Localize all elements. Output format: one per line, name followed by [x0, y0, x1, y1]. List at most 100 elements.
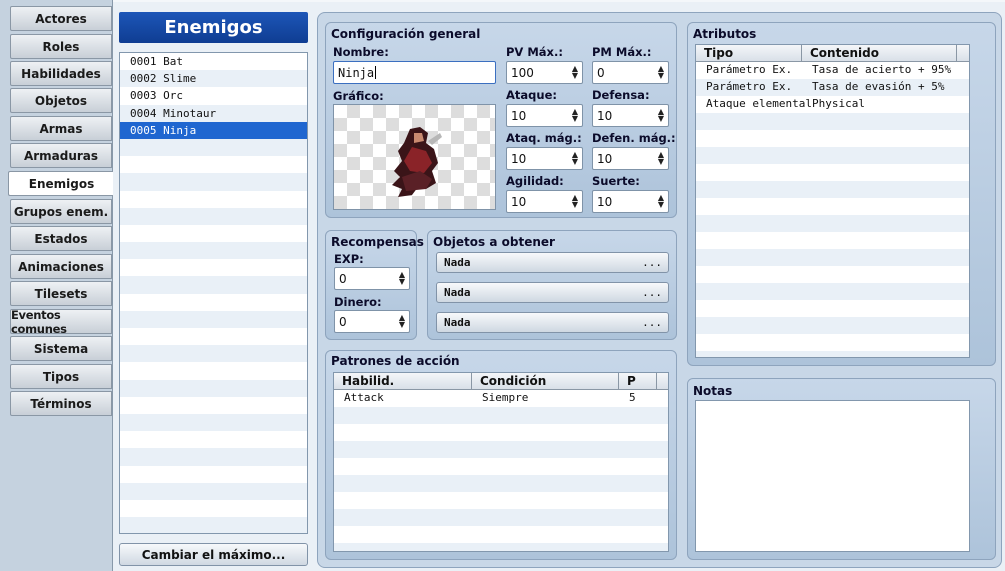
enemy-graphic[interactable]: [333, 104, 496, 210]
enemy-list-item[interactable]: 0002 Slime: [120, 70, 307, 88]
table-row[interactable]: [334, 543, 668, 551]
enemy-list-empty-row[interactable]: [120, 328, 307, 345]
tab-enemigos[interactable]: Enemigos: [8, 171, 114, 196]
table-row[interactable]: [334, 424, 668, 441]
drop-item-button[interactable]: Nada...: [436, 252, 669, 273]
enemy-list-empty-row[interactable]: [120, 276, 307, 294]
tab-animaciones[interactable]: Animaciones: [10, 254, 112, 279]
table-row[interactable]: [696, 113, 969, 130]
tab-eventos-comunes[interactable]: Eventos comunes: [10, 308, 112, 336]
tab-habilidades[interactable]: Habilidades: [10, 61, 112, 86]
enemy-list-empty-row[interactable]: [120, 362, 307, 379]
enemy-list-item[interactable]: 0003 Orc: [120, 87, 307, 104]
table-row[interactable]: [334, 407, 668, 424]
table-row[interactable]: [334, 441, 668, 458]
column-header[interactable]: Contenido: [802, 45, 957, 62]
tab-tilesets[interactable]: Tilesets: [10, 281, 112, 306]
enemy-list-empty-row[interactable]: [120, 500, 307, 517]
tab-actores[interactable]: Actores: [10, 6, 112, 31]
table-row[interactable]: [334, 492, 668, 509]
spin-arrows-icon[interactable]: ▲ ▼: [657, 151, 665, 166]
stat-input[interactable]: 10 ▲ ▼: [506, 104, 583, 127]
column-header[interactable]: Condición: [472, 373, 619, 390]
enemy-list-empty-row[interactable]: [120, 156, 307, 173]
enemy-list-empty-row[interactable]: [120, 397, 307, 414]
table-row[interactable]: [696, 164, 969, 181]
enemy-list-empty-row[interactable]: [120, 379, 307, 397]
enemy-list-item[interactable]: 0004 Minotaur: [120, 104, 307, 122]
enemy-list-empty-row[interactable]: [120, 482, 307, 500]
spin-arrows-icon[interactable]: ▲ ▼: [571, 194, 579, 209]
notes-textarea[interactable]: [695, 400, 970, 552]
drop-item-button[interactable]: Nada...: [436, 282, 669, 303]
table-row[interactable]: [696, 198, 969, 215]
tab-términos[interactable]: Términos: [10, 391, 112, 416]
enemy-list-empty-row[interactable]: [120, 413, 307, 432]
table-row[interactable]: [696, 266, 969, 283]
enemy-list-empty-row[interactable]: [120, 345, 307, 363]
stat-input[interactable]: 0 ▲ ▼: [592, 61, 669, 84]
table-row[interactable]: [696, 317, 969, 334]
stat-input[interactable]: 10 ▲ ▼: [592, 147, 669, 170]
tab-sistema[interactable]: Sistema: [10, 336, 112, 361]
table-row[interactable]: Attack Siempre 5: [334, 390, 668, 407]
enemy-list-empty-row[interactable]: [120, 242, 307, 260]
column-header[interactable]: Habilid.: [334, 373, 472, 390]
enemy-list-empty-row[interactable]: [120, 294, 307, 311]
tab-estados[interactable]: Estados: [10, 226, 112, 251]
tab-grupos-enem[interactable]: Grupos enem.: [10, 199, 112, 224]
column-header[interactable]: Tipo: [696, 45, 802, 62]
enemy-list-empty-row[interactable]: [120, 310, 307, 328]
enemy-list-empty-row[interactable]: [120, 517, 307, 533]
tab-armas[interactable]: Armas: [10, 116, 112, 141]
table-row[interactable]: [696, 130, 969, 147]
spin-arrows-icon[interactable]: ▲ ▼: [571, 151, 579, 166]
exp-input[interactable]: 0 ▲ ▼: [334, 267, 410, 290]
action-patterns-table[interactable]: Habilid. Condición P Attack Siempre 5: [333, 372, 669, 552]
table-row[interactable]: [696, 215, 969, 232]
table-row[interactable]: [696, 249, 969, 266]
enemy-list-item[interactable]: 0005 Ninja: [120, 121, 307, 139]
table-row[interactable]: [696, 283, 969, 300]
enemy-list-empty-row[interactable]: [120, 207, 307, 225]
table-row[interactable]: [696, 300, 969, 317]
table-row[interactable]: [334, 458, 668, 475]
tab-tipos[interactable]: Tipos: [10, 364, 112, 389]
stat-input[interactable]: 10 ▲ ▼: [592, 190, 669, 213]
table-row[interactable]: Ataque elemental Physical: [696, 96, 969, 113]
table-row[interactable]: [334, 509, 668, 526]
enemy-list-empty-row[interactable]: [120, 173, 307, 191]
drop-item-button[interactable]: Nada...: [436, 312, 669, 333]
name-input[interactable]: Ninja: [333, 61, 496, 84]
stat-input[interactable]: 10 ▲ ▼: [506, 190, 583, 213]
spin-arrows-icon[interactable]: ▲ ▼: [657, 108, 665, 123]
table-row[interactable]: [334, 475, 668, 492]
spin-arrows-icon[interactable]: ▲ ▼: [398, 271, 406, 286]
spin-arrows-icon[interactable]: ▲ ▼: [398, 314, 406, 329]
enemy-list-empty-row[interactable]: [120, 225, 307, 242]
enemy-list-empty-row[interactable]: [120, 431, 307, 448]
table-row[interactable]: [696, 181, 969, 198]
enemy-list[interactable]: 0001 Bat 0002 Slime 0003 Orc 0004 Minotaur 0…: [119, 52, 308, 534]
table-row[interactable]: [334, 526, 668, 543]
gold-input[interactable]: 0 ▲ ▼: [334, 310, 410, 333]
enemy-list-empty-row[interactable]: [120, 466, 307, 483]
table-row[interactable]: [696, 351, 969, 357]
table-row[interactable]: [696, 334, 969, 351]
table-row[interactable]: [696, 232, 969, 249]
enemy-list-empty-row[interactable]: [120, 191, 307, 208]
stat-input[interactable]: 10 ▲ ▼: [592, 104, 669, 127]
enemy-list-empty-row[interactable]: [120, 259, 307, 276]
spin-arrows-icon[interactable]: ▲ ▼: [657, 65, 665, 80]
table-row[interactable]: Parámetro Ex. Tasa de acierto + 95%: [696, 62, 969, 79]
spin-arrows-icon[interactable]: ▲ ▼: [571, 108, 579, 123]
table-row[interactable]: Parámetro Ex. Tasa de evasión + 5%: [696, 79, 969, 96]
traits-table[interactable]: Tipo Contenido Parámetro Ex. Tasa de aciert…: [695, 44, 970, 358]
tab-roles[interactable]: Roles: [10, 34, 112, 59]
spin-arrows-icon[interactable]: ▲ ▼: [571, 65, 579, 80]
change-max-button[interactable]: Cambiar el máximo...: [119, 543, 308, 566]
spin-arrows-icon[interactable]: ▲ ▼: [657, 194, 665, 209]
stat-input[interactable]: 100 ▲ ▼: [506, 61, 583, 84]
tab-armaduras[interactable]: Armaduras: [10, 143, 112, 168]
enemy-list-empty-row[interactable]: [120, 138, 307, 157]
